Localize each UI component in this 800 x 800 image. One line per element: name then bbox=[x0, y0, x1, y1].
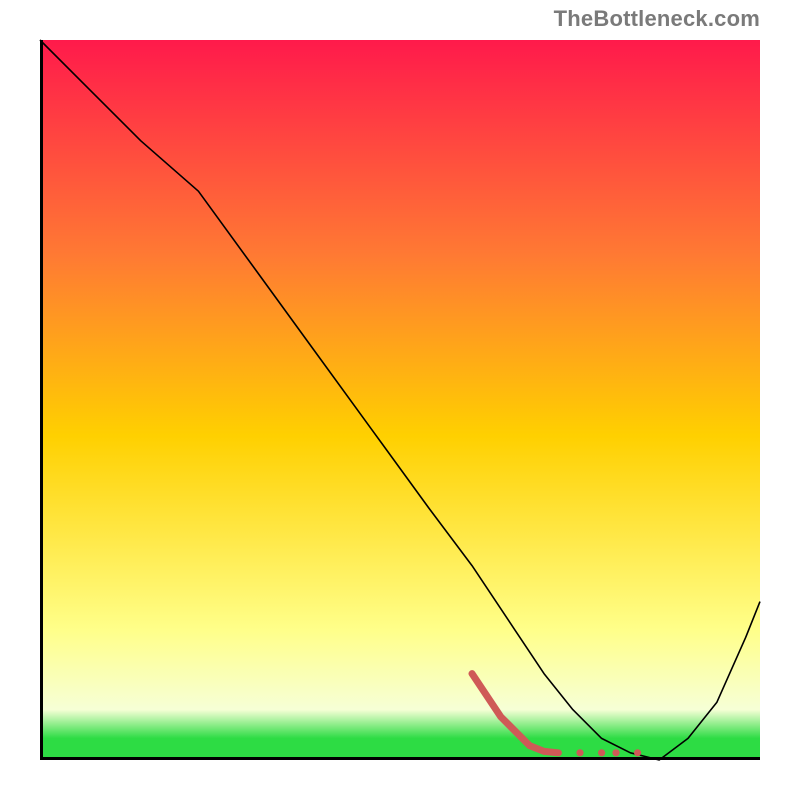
highlight-dots-dot bbox=[598, 749, 605, 756]
watermark-text: TheBottleneck.com bbox=[554, 6, 760, 32]
highlight-dots-dot bbox=[612, 749, 619, 756]
highlight-dots-dot bbox=[576, 749, 583, 756]
chart-frame: TheBottleneck.com bbox=[0, 0, 800, 800]
plot-svg bbox=[40, 40, 760, 760]
highlight-dots-dot bbox=[634, 749, 641, 756]
